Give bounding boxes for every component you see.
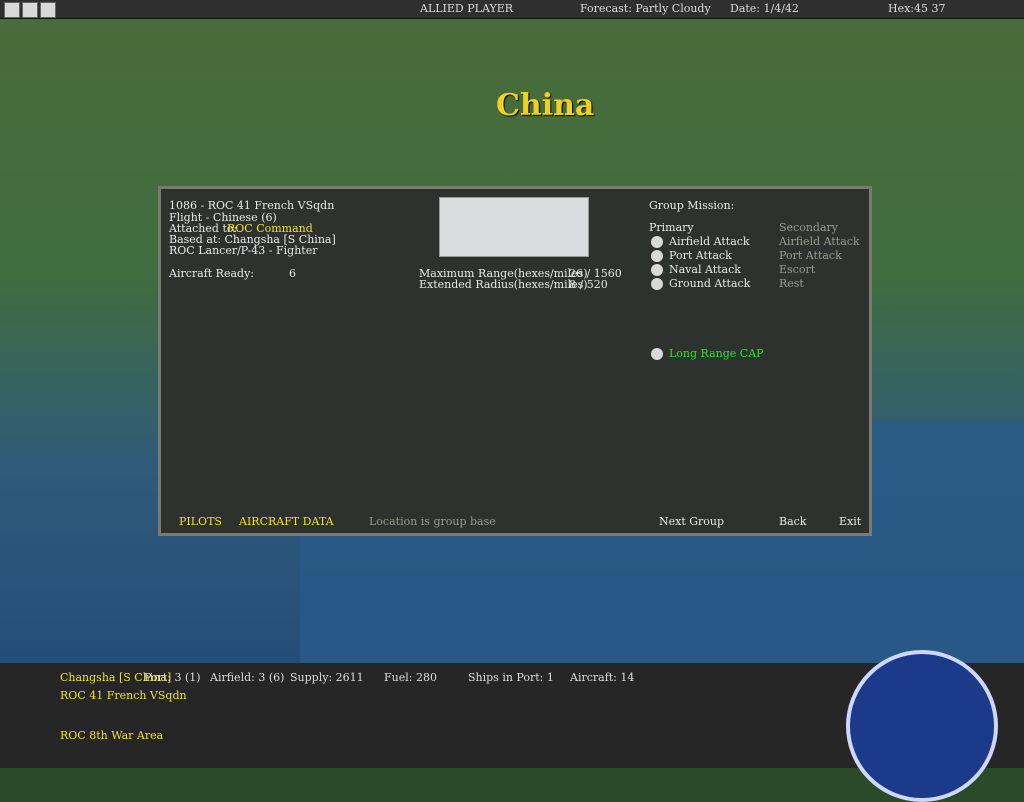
mission-button[interactable]: [651, 348, 663, 360]
primary-label: Primary: [649, 221, 694, 234]
secondary-item[interactable]: Port Attack: [779, 249, 842, 262]
aircraft-ready-label: Aircraft Ready:: [169, 267, 254, 280]
aircraft-image: [439, 197, 589, 257]
secondary-label: Secondary: [779, 221, 838, 234]
mission-item[interactable]: Airfield Attack: [669, 235, 750, 248]
ext-radius-value: 8 / 520: [569, 278, 608, 291]
tab-pilots[interactable]: PILOTS: [179, 515, 222, 528]
aircraft-ready-value: 6: [289, 267, 296, 280]
forecast-label: Forecast: Partly Cloudy: [580, 2, 711, 15]
hq-link[interactable]: ROC 8th War Area: [60, 729, 163, 742]
ext-radius-label: Extended Radius(hexes/miles): [419, 278, 588, 291]
map-region-label: China: [496, 88, 595, 123]
secondary-item[interactable]: Airfield Attack: [779, 235, 860, 248]
mission-item-selected[interactable]: Long Range CAP: [669, 347, 764, 360]
top-toolbar: ALLIED PLAYER Forecast: Partly Cloudy Da…: [0, 0, 1024, 19]
mission-button[interactable]: [651, 278, 663, 290]
mission-item[interactable]: Ground Attack: [669, 277, 750, 290]
secondary-item[interactable]: Escort: [779, 263, 815, 276]
side-label: ALLIED PLAYER: [420, 2, 514, 15]
location-note: Location is group base: [369, 515, 496, 528]
aircraft-value: Aircraft: 14: [570, 671, 635, 684]
mission-item[interactable]: Port Attack: [669, 249, 732, 262]
supply-value: Supply: 2611: [290, 671, 364, 684]
air-group-panel: 1086 - ROC 41 French VSqdn Flight - Chin…: [158, 186, 872, 536]
back-button[interactable]: Back: [779, 515, 806, 528]
fuel-value: Fuel: 280: [384, 671, 437, 684]
next-group-button[interactable]: Next Group: [659, 515, 724, 528]
mission-button[interactable]: [651, 250, 663, 262]
ships-in-port-value: Ships in Port: 1: [468, 671, 554, 684]
mission-item[interactable]: Naval Attack: [669, 263, 741, 276]
secondary-item[interactable]: Rest: [779, 277, 804, 290]
hex-label: Hex:45 37: [888, 2, 946, 15]
group-mission-title: Group Mission:: [649, 199, 735, 212]
airfield-value: Airfield: 3 (6): [210, 671, 285, 684]
air-group-link[interactable]: ROC 41 French VSqdn: [60, 689, 187, 702]
mission-button[interactable]: [651, 264, 663, 276]
toolbar-icon[interactable]: [40, 2, 56, 18]
tab-aircraft-data[interactable]: AIRCRAFT DATA: [239, 515, 334, 528]
toolbar-icon[interactable]: [22, 2, 38, 18]
mission-button[interactable]: [651, 236, 663, 248]
allied-star-emblem: [846, 650, 998, 802]
aircraft-type-line: ROC Lancer/P-43 - Fighter: [169, 244, 318, 257]
exit-button[interactable]: Exit: [839, 515, 861, 528]
date-label: Date: 1/4/42: [730, 2, 799, 15]
port-value: Port: 3 (1): [144, 671, 201, 684]
toolbar-icon[interactable]: [4, 2, 20, 18]
